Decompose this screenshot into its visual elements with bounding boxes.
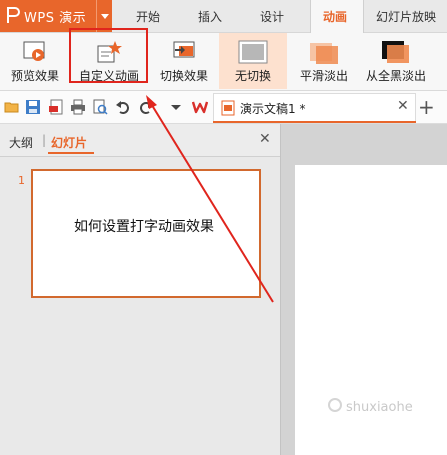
- tab-outline[interactable]: 大纲: [9, 134, 33, 151]
- smooth-fade-label: 平滑淡出: [299, 69, 348, 83]
- tab-home[interactable]: 开始: [136, 8, 160, 25]
- switch-effect-icon: [173, 41, 195, 58]
- black-fade-icon: [382, 41, 409, 63]
- open-folder-icon[interactable]: [4, 99, 20, 115]
- preview-effect-button[interactable]: 预览效果: [6, 38, 64, 84]
- preview-icon: [23, 41, 45, 61]
- tab-animation-label: 动画: [323, 10, 348, 24]
- no-switch-label: 无切换: [234, 69, 271, 83]
- close-panel-icon[interactable]: ✕: [259, 131, 271, 147]
- switch-effect-label: 切换效果: [159, 69, 208, 83]
- tab-animation[interactable]: 动画: [310, 0, 364, 33]
- print-preview-icon[interactable]: [92, 99, 108, 115]
- watermark-logo: [328, 398, 342, 412]
- close-tab-icon[interactable]: ✕: [397, 98, 409, 114]
- wps-home-icon[interactable]: [192, 99, 208, 115]
- tab-design[interactable]: 设计: [260, 8, 284, 25]
- highlight-box: [69, 28, 148, 83]
- new-tab-icon[interactable]: +: [418, 95, 435, 119]
- no-switch-button[interactable]: 无切换: [222, 38, 284, 84]
- print-icon[interactable]: [70, 99, 86, 115]
- panel-separator: |: [42, 133, 47, 147]
- document-tab[interactable]: 演示文稿1 * ✕: [213, 93, 416, 122]
- watermark-text: shuxiaohe: [346, 400, 413, 415]
- slide-number: 1: [18, 174, 25, 187]
- black-fade-button[interactable]: 从全黑淡出: [361, 38, 431, 84]
- document-title: 演示文稿1 *: [240, 102, 306, 116]
- toolbar-dropdown-icon[interactable]: [168, 99, 184, 115]
- tab-slideshow[interactable]: 幻灯片放映: [376, 8, 436, 25]
- tab-insert[interactable]: 插入: [198, 8, 222, 25]
- black-fade-label: 从全黑淡出: [365, 69, 426, 83]
- app-name: WPS 演示: [24, 11, 87, 26]
- no-switch-icon: [238, 40, 268, 64]
- undo-icon[interactable]: [115, 99, 131, 115]
- wps-logo-icon: [7, 7, 20, 23]
- save-icon[interactable]: [25, 99, 41, 115]
- smooth-fade-button[interactable]: 平滑淡出: [293, 38, 355, 84]
- tab-slides[interactable]: 幻灯片: [51, 134, 87, 151]
- active-panel-indicator: [48, 152, 94, 154]
- active-tab-indicator: [213, 121, 416, 123]
- export-pdf-icon[interactable]: [48, 99, 64, 115]
- slide-thumbnail-text: 如何设置打字动画效果: [74, 219, 214, 235]
- preview-label: 预览效果: [10, 69, 59, 83]
- switch-effect-button[interactable]: 切换效果: [155, 38, 213, 84]
- redo-icon[interactable]: [138, 99, 154, 115]
- smooth-fade-icon: [310, 43, 338, 64]
- presentation-doc-icon: [221, 100, 235, 116]
